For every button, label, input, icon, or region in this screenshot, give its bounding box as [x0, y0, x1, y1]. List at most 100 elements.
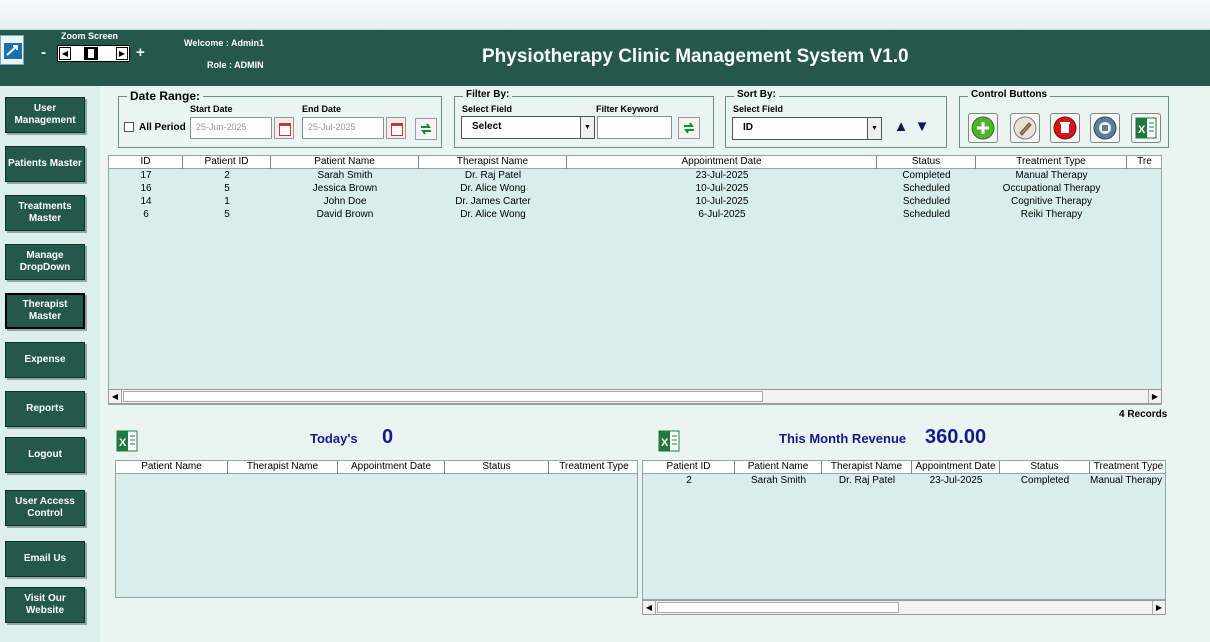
filter-title: Filter By: [463, 89, 513, 100]
top-strip [0, 0, 1210, 30]
nav-logout-button[interactable]: Logout [5, 437, 85, 473]
records-count: 4 Records [1119, 409, 1168, 420]
col-tre-header[interactable]: Tre [1127, 156, 1161, 169]
col-appointment-date-header[interactable]: Appointment Date [567, 156, 877, 169]
app-logo-icon[interactable] [0, 35, 24, 65]
scroll-right-arrow-icon[interactable]: ▶ [1148, 390, 1161, 403]
today-count: 0 [382, 426, 394, 448]
zoom-in-button[interactable]: + [136, 44, 145, 61]
zoom-slider[interactable]: ◀ ▶ [57, 45, 130, 62]
revenue-col-therapist-name[interactable]: Therapist Name [822, 461, 912, 474]
role-text: Role : ADMIN [207, 60, 264, 70]
today-col-status[interactable]: Status [445, 461, 549, 474]
nav-patients-master-button[interactable]: Patients Master [5, 146, 85, 182]
delete-record-icon[interactable] [1050, 113, 1080, 143]
nav-reports-button[interactable]: Reports [5, 391, 85, 427]
filter-field-select[interactable]: Select ▼ [461, 116, 595, 139]
start-date-label: Start Date [190, 104, 233, 114]
scroll-left-arrow-icon[interactable]: ◀ [109, 390, 122, 403]
today-col-appointment-date[interactable]: Appointment Date [338, 461, 445, 474]
col-patient-id-header[interactable]: Patient ID [183, 156, 271, 169]
sort-ascending-icon[interactable]: ▲ [891, 118, 911, 138]
nav-user-access-control-button[interactable]: User Access Control [5, 490, 85, 526]
revenue-col-treatment-type[interactable]: Treatment Type [1090, 461, 1165, 474]
nav-treatments-master-button[interactable]: Treatments Master [5, 195, 85, 231]
edit-record-icon[interactable] [1010, 113, 1040, 143]
scrollbar-thumb[interactable] [123, 391, 763, 402]
excel-export-icon[interactable]: X [1131, 113, 1161, 143]
today-col-therapist-name[interactable]: Therapist Name [228, 461, 338, 474]
scroll-right-arrow-icon[interactable]: ▶ [1152, 601, 1165, 614]
table-row[interactable]: 17 2 Sarah Smith Dr. Raj Patel 23-Jul-20… [109, 170, 1127, 183]
nav-visit-website-button[interactable]: Visit Our Website [5, 587, 85, 623]
col-therapist-name-header[interactable]: Therapist Name [419, 156, 567, 169]
appointments-table-header: ID Patient ID Patient Name Therapist Nam… [109, 156, 1161, 169]
filter-refresh-icon[interactable] [678, 117, 700, 139]
table-row[interactable]: 6 5 David Brown Dr. Alice Wong 6-Jul-202… [109, 209, 1127, 222]
zoom-slider-thumb[interactable] [84, 47, 98, 60]
revenue-table-header: Patient ID Patient Name Therapist Name A… [643, 461, 1165, 474]
revenue-col-appointment-date[interactable]: Appointment Date [912, 461, 1000, 474]
date-refresh-icon[interactable] [415, 118, 437, 140]
scroll-left-arrow-icon[interactable]: ◀ [643, 601, 656, 614]
nav-expense-button[interactable]: Expense [5, 342, 85, 378]
table-row[interactable]: 14 1 John Doe Dr. James Carter 10-Jul-20… [109, 196, 1127, 209]
revenue-col-status[interactable]: Status [1000, 461, 1090, 474]
col-treatment-type-header[interactable]: Treatment Type [976, 156, 1127, 169]
today-appointments-table: Patient Name Therapist Name Appointment … [115, 460, 638, 598]
revenue-excel-export-icon[interactable]: X [658, 430, 680, 452]
sort-field-select[interactable]: ID ▼ [732, 117, 882, 140]
svg-text:X: X [661, 437, 669, 449]
revenue-col-patient-id[interactable]: Patient ID [643, 461, 735, 474]
control-buttons-title: Control Buttons [968, 89, 1051, 100]
col-patient-name-header[interactable]: Patient Name [271, 156, 419, 169]
svg-text:X: X [1138, 124, 1146, 136]
scrollbar-thumb[interactable] [657, 602, 899, 613]
add-record-icon[interactable] [968, 113, 998, 143]
sort-field-value: ID [743, 122, 753, 133]
end-date-field[interactable]: 25-Jul-2025 [302, 117, 384, 139]
revenue-label: This Month Revenue [779, 431, 907, 446]
chevron-down-icon[interactable]: ▼ [867, 118, 881, 139]
date-range-title: Date Range: [127, 89, 204, 103]
table-row[interactable]: 16 5 Jessica Brown Dr. Alice Wong 10-Jul… [109, 183, 1127, 196]
chevron-down-icon[interactable]: ▼ [580, 117, 594, 138]
appointments-horizontal-scrollbar[interactable]: ◀ ▶ [108, 389, 1162, 404]
zoom-out-button[interactable]: - [41, 44, 46, 61]
svg-text:X: X [119, 437, 127, 449]
filter-field-label: Select Field [462, 104, 513, 114]
zoom-label: Zoom Screen [61, 31, 119, 41]
report-settings-icon[interactable] [1090, 113, 1120, 143]
today-col-treatment-type[interactable]: Treatment Type [549, 461, 637, 474]
app-title: Physiotherapy Clinic Management System V… [482, 46, 909, 67]
zoom-right-arrow-icon[interactable]: ▶ [116, 47, 128, 60]
nav-email-us-button[interactable]: Email Us [5, 541, 85, 577]
table-row[interactable]: 2 Sarah Smith Dr. Raj Patel 23-Jul-2025 … [643, 475, 1165, 488]
sort-title: Sort By: [734, 89, 779, 100]
all-period-label: All Period [139, 122, 186, 133]
app-header: Zoom Screen - ◀ ▶ + Welcome : Admin1 Rol… [0, 30, 1210, 86]
all-period-checkbox[interactable] [124, 122, 134, 132]
start-date-calendar-icon[interactable] [274, 117, 294, 139]
appointments-table: ID Patient ID Patient Name Therapist Nam… [108, 155, 1162, 405]
end-date-label: End Date [302, 104, 342, 114]
sort-descending-icon[interactable]: ▼ [912, 118, 932, 138]
col-id-header[interactable]: ID [109, 156, 183, 169]
today-col-patient-name[interactable]: Patient Name [116, 461, 228, 474]
start-date-field[interactable]: 25-Jun-2025 [190, 117, 272, 139]
today-excel-export-icon[interactable]: X [116, 430, 138, 452]
today-label: Today's [310, 431, 358, 446]
revenue-value: 360.00 [925, 426, 987, 448]
zoom-left-arrow-icon[interactable]: ◀ [59, 47, 71, 60]
filter-keyword-input[interactable] [597, 116, 672, 139]
revenue-horizontal-scrollbar[interactable]: ◀ ▶ [642, 600, 1166, 615]
end-date-calendar-icon[interactable] [386, 117, 406, 139]
revenue-col-patient-name[interactable]: Patient Name [735, 461, 822, 474]
col-status-header[interactable]: Status [877, 156, 976, 169]
sort-field-label: Select Field [733, 104, 784, 114]
nav-user-management-button[interactable]: User Management [5, 97, 85, 133]
today-table-header: Patient Name Therapist Name Appointment … [116, 461, 637, 474]
nav-therapist-master-button[interactable]: Therapist Master [5, 293, 85, 329]
welcome-text: Welcome : Admin1 [184, 38, 265, 48]
nav-manage-dropdown-button[interactable]: Manage DropDown [5, 244, 85, 280]
